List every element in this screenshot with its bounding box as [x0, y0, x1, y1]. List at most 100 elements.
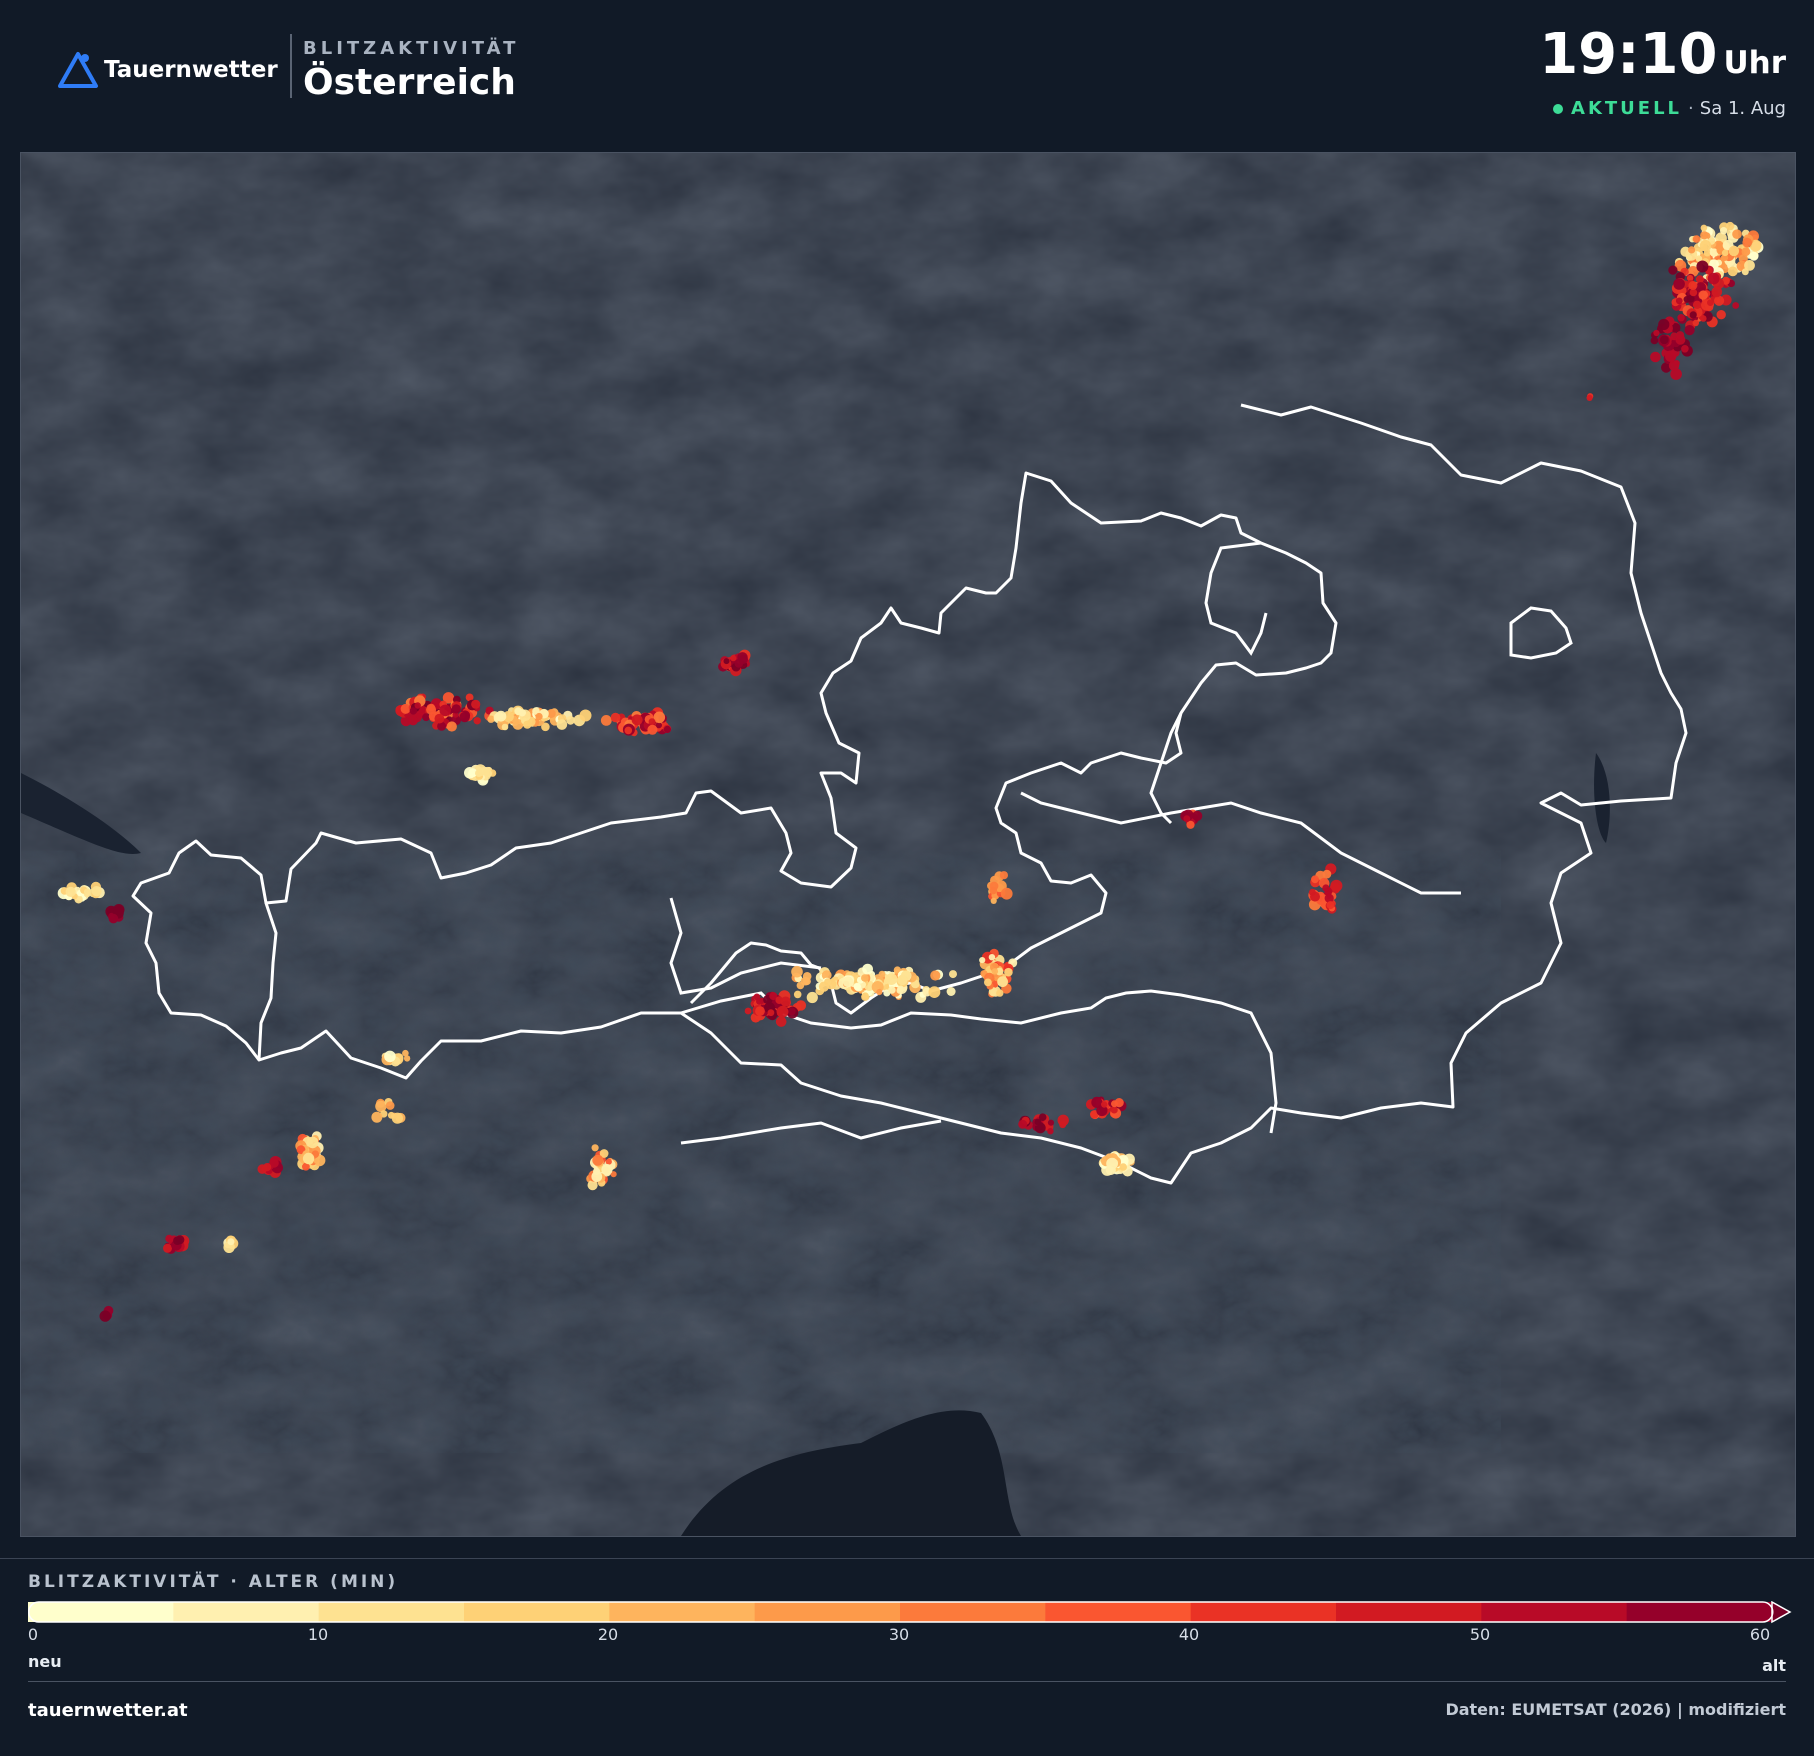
- legend-title: BLITZAKTIVITÄT · ALTER (MIN): [28, 1572, 399, 1592]
- legend-panel: BLITZAKTIVITÄT · ALTER (MIN) 0 10 20 30 40 50…: [0, 1558, 1814, 1756]
- lightning-strike: [402, 1049, 409, 1057]
- lightning-strike: [853, 982, 861, 991]
- colorbar-segment: [1626, 1602, 1773, 1622]
- lightning-strike: [842, 976, 854, 988]
- lightning-strike: [946, 987, 956, 996]
- status-separator: ·: [1688, 98, 1694, 119]
- colorbar-segment: [173, 1602, 320, 1622]
- lightning-strike: [897, 974, 908, 986]
- lightning-strike: [1047, 1119, 1055, 1126]
- lightning-strike: [1692, 319, 1700, 327]
- footer-site-link[interactable]: tauernwetter.at: [28, 1700, 188, 1721]
- lightning-strike: [610, 712, 621, 723]
- clock-time: 19:10: [1539, 22, 1718, 87]
- colorbar: [28, 1601, 1792, 1624]
- lightning-strike: [387, 1111, 395, 1119]
- lightning-strike: [487, 715, 495, 723]
- lightning-strike: [1688, 281, 1698, 290]
- lightning-strike: [385, 1101, 395, 1110]
- lightning-strike: [1707, 272, 1720, 285]
- lightning-strike: [451, 704, 461, 714]
- live-dot-icon: [1553, 103, 1564, 114]
- lightning-strike: [1721, 249, 1729, 257]
- lightning-strike: [744, 1007, 752, 1015]
- lightning-strike: [408, 715, 418, 726]
- lightning-strike: [802, 977, 811, 986]
- lightning-strike: [1695, 275, 1704, 284]
- lightning-strike: [227, 1238, 235, 1246]
- lightning-strike: [473, 717, 481, 725]
- lightning-strike: [928, 986, 941, 998]
- colorbar-tick-label: 20: [597, 1625, 619, 1644]
- brand-name: Tauernwetter: [104, 57, 278, 83]
- lightning-strike: [600, 715, 612, 726]
- lightning-strike: [1689, 311, 1697, 319]
- lightning-strike: [1660, 335, 1669, 345]
- lightning-strike: [601, 1164, 613, 1176]
- triangle-logo-icon: [58, 52, 98, 88]
- lightning-strike: [795, 1000, 807, 1011]
- lightning-strike: [1741, 247, 1751, 257]
- lightning-strike: [1696, 260, 1709, 273]
- lightning-strike: [1665, 350, 1677, 362]
- lightning-strike: [1101, 1101, 1108, 1108]
- lightning-strike: [930, 970, 941, 981]
- lightning-strike: [767, 1009, 775, 1017]
- lightning-strike: [648, 718, 656, 726]
- lightning-strike: [663, 725, 672, 734]
- legend-low-label: neu: [28, 1652, 62, 1671]
- status-date: Sa 1. Aug: [1699, 98, 1786, 119]
- lightning-strike: [1700, 224, 1708, 232]
- lightning-strike: [446, 721, 457, 732]
- lightning-strike: [384, 1050, 396, 1063]
- lightning-strike: [313, 1158, 320, 1164]
- lightning-strike: [1653, 329, 1660, 337]
- lightning-strike: [475, 769, 483, 777]
- lightning-strike: [414, 702, 421, 709]
- lightning-strike: [1668, 360, 1680, 371]
- lightning-strike: [723, 658, 730, 665]
- lightning-strike: [566, 715, 575, 725]
- lightning-strike: [1018, 1119, 1028, 1129]
- lightning-strike: [483, 769, 492, 778]
- lightning-strike: [991, 968, 999, 975]
- lightning-strike: [501, 723, 509, 731]
- lightning-strike: [861, 992, 869, 1000]
- lightning-strike: [1091, 1096, 1103, 1108]
- lightning-strike: [996, 989, 1004, 997]
- lightning-strike: [775, 1016, 787, 1027]
- colorbar-segment: [318, 1602, 465, 1622]
- lightning-strike: [806, 991, 818, 1004]
- status-badge: AKTUELL: [1571, 98, 1683, 119]
- lightning-strike: [459, 711, 470, 723]
- lightning-strike: [263, 1163, 272, 1172]
- lightning-strike: [885, 973, 898, 985]
- lightning-map[interactable]: [20, 152, 1796, 1537]
- logo[interactable]: Tauernwetter: [56, 50, 278, 90]
- colorbar-segment: [900, 1602, 1046, 1622]
- lightning-strike: [1192, 810, 1203, 822]
- colorbar-segment: [28, 1602, 174, 1622]
- colorbar-segment: [464, 1602, 610, 1622]
- lightning-strike: [730, 655, 737, 662]
- lightning-strike: [862, 963, 873, 975]
- lightning-strike: [979, 957, 986, 964]
- lightning-strike: [1681, 345, 1689, 353]
- lightning-strike: [1119, 1163, 1127, 1171]
- lightning-strike: [556, 719, 568, 730]
- lightning-strike: [631, 714, 643, 726]
- lightning-strike: [65, 886, 76, 898]
- lightning-strike: [91, 886, 102, 897]
- colorbar-tick-label: 0: [27, 1625, 39, 1644]
- colorbar-segment: [754, 1602, 901, 1622]
- lightning-strike: [1034, 1118, 1042, 1126]
- lightning-strike: [523, 720, 532, 729]
- lightning-strike: [1714, 295, 1725, 306]
- lightning-strike: [1675, 297, 1683, 305]
- lightning-strike: [990, 897, 997, 905]
- lightning-strike: [1692, 300, 1702, 309]
- lightning-strike: [1330, 879, 1343, 892]
- colorbar-tick-label: 50: [1469, 1625, 1491, 1644]
- lightning-strike: [409, 707, 417, 715]
- lightning-strike: [302, 1152, 315, 1165]
